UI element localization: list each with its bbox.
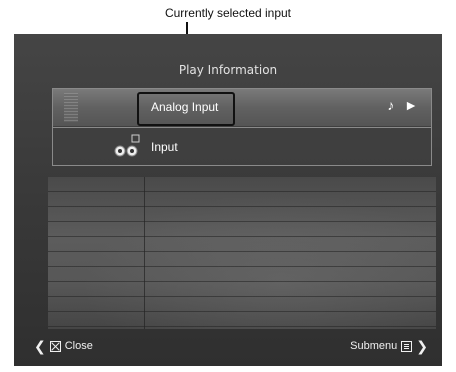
play-information-screen: Play Information Analog Input ♪ ► Input … xyxy=(14,34,442,366)
close-button[interactable]: ❮ Close xyxy=(34,338,93,354)
info-column-divider xyxy=(144,177,145,329)
input-list-panel: Analog Input ♪ ► Input xyxy=(52,88,432,166)
screen-title: Play Information xyxy=(178,63,278,77)
callout-label: Currently selected input xyxy=(164,6,292,20)
input-row-input[interactable]: Input xyxy=(53,128,431,165)
level-meter-icon xyxy=(64,93,78,122)
info-grid-lines xyxy=(48,177,436,329)
input-row-label: Input xyxy=(151,140,178,154)
selected-input-highlight xyxy=(137,92,235,126)
submenu-icon xyxy=(401,340,413,352)
footer-bar: ❮ Close Submenu ❯ xyxy=(14,336,442,358)
music-note-play-icon: ♪ ► xyxy=(387,97,421,113)
input-row-analog[interactable]: Analog Input ♪ ► xyxy=(53,89,431,126)
rca-connector-icon xyxy=(114,134,140,157)
info-display-area xyxy=(48,177,436,329)
chevron-left-icon: ❮ xyxy=(34,338,46,354)
chevron-right-icon: ❯ xyxy=(416,338,428,354)
close-box-icon xyxy=(49,340,61,352)
close-label: Close xyxy=(64,340,93,352)
submenu-button[interactable]: Submenu ❯ xyxy=(350,338,428,354)
submenu-label: Submenu xyxy=(350,340,398,352)
